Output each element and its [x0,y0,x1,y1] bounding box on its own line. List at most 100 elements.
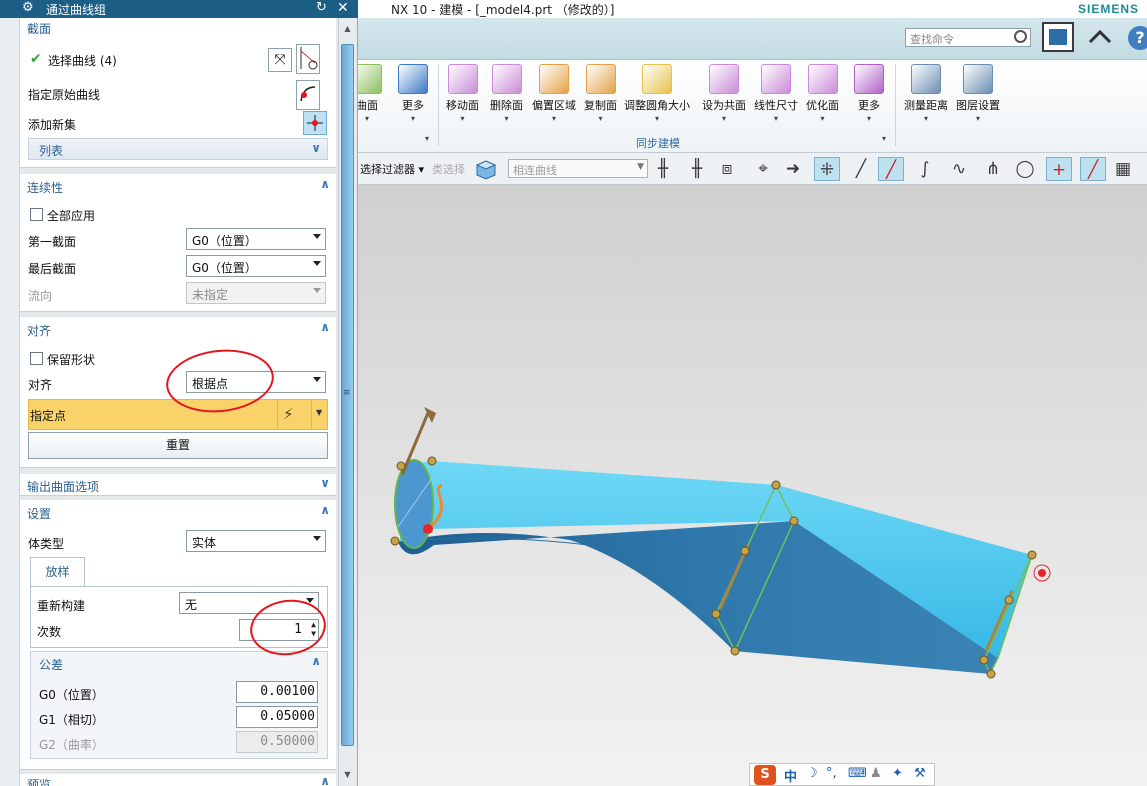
chevron-down-icon[interactable]: ∨ [311,141,321,155]
dropdown-arrow-icon[interactable]: ▾ [398,114,428,123]
ribbon-button-12[interactable]: 图层设置 ▾ [956,64,1000,123]
body-type-dropdown[interactable]: 实体 [186,530,326,552]
dropdown-arrow-icon[interactable]: ▾ [806,114,839,123]
dropdown-arrow-icon[interactable]: ▾ [584,114,617,123]
dropdown-arrow-icon[interactable]: ▾ [904,114,948,123]
arrow-right-icon[interactable]: ➜ [780,157,806,181]
selection-scope-icon[interactable] [474,158,498,180]
chevron-up-icon[interactable]: ∧ [320,320,330,334]
snap-point-icon[interactable]: ⁜ [814,157,840,181]
snap-settings-icon[interactable]: ⌖ [750,157,776,181]
dropdown-arrow-icon[interactable]: ▾ [702,114,746,123]
curve-rule-dropdown[interactable]: 相连曲线 ▼ [508,159,648,178]
chevron-down-icon[interactable]: ∨ [320,476,330,490]
search-icon[interactable] [1014,30,1027,43]
collapse-ribbon-icon[interactable] [1084,22,1116,52]
scroll-up-icon[interactable]: ▲ [341,24,354,37]
dropdown-arrow-icon[interactable]: ▾ [532,114,576,123]
graphics-viewport[interactable] [358,185,1147,786]
dropdown-arrow-icon[interactable]: ▾ [956,114,1000,123]
preview-header[interactable]: 预览 [27,776,51,786]
alignment-header[interactable]: 对齐 [27,322,51,339]
continuity-header[interactable]: 连续性 [27,179,63,196]
scroll-down-icon[interactable]: ▼ [341,770,354,783]
apply-all-checkbox[interactable] [30,208,43,221]
skin-icon[interactable]: ✦ [892,766,903,781]
line-snap-icon[interactable]: ╱ [848,157,874,181]
dropdown-arrow-icon[interactable]: ▾ [446,114,479,123]
wrench-icon[interactable]: ⚒ [914,766,926,781]
group-dropdown-icon[interactable]: ▾ [882,134,886,143]
ribbon-button-7[interactable]: 设为共面 ▾ [702,64,746,123]
chevron-up-icon[interactable]: ∧ [320,177,330,191]
first-section-dropdown[interactable]: G0（位置） [186,228,326,250]
start-point-marker[interactable] [423,524,433,534]
chevron-up-icon[interactable]: ∧ [320,503,330,517]
flow-direction-dropdown[interactable]: 未指定 [186,282,326,304]
group-dropdown-icon[interactable]: ▾ [425,134,429,143]
end-point-marker[interactable] [1038,569,1046,577]
add-new-set-label[interactable]: 添加新集 [28,116,76,133]
close-icon[interactable]: ✕ [337,0,349,16]
ribbon-button-2[interactable]: 移动面 ▾ [446,64,479,123]
mid-point-icon[interactable]: ∿ [946,157,972,181]
dropdown-arrow-icon[interactable]: ▾ [624,114,690,123]
ribbon-button-9[interactable]: 优化面 ▾ [806,64,839,123]
end-point-icon[interactable]: ╱ [878,157,904,181]
chevron-up-icon[interactable]: ∧ [320,774,330,786]
origin-curve-label[interactable]: 指定原始曲线 [28,86,100,103]
loft-solid-model[interactable] [358,185,1147,786]
tab-loft[interactable]: 放样 [30,557,85,587]
output-options-header[interactable]: 输出曲面选项 [27,478,99,495]
ribbon-button-1[interactable]: 更多 ▾ [398,64,428,123]
full-screen-icon[interactable] [1042,22,1074,52]
reset-button[interactable]: 重置 [28,432,328,459]
settings-header[interactable]: 设置 [27,505,51,522]
g0-tolerance-input[interactable]: 0.00100 [236,681,318,703]
point-dialog-icon[interactable]: ⚡ [283,405,294,423]
curve-icon[interactable]: ∫ [912,157,938,181]
keep-shape-checkbox[interactable] [30,352,43,365]
section-header[interactable]: 截面 [27,20,51,37]
point-type-dropdown-icon[interactable]: ▼ [316,408,322,417]
last-section-dropdown[interactable]: G0（位置） [186,255,326,277]
tolerance-header[interactable]: 公差 [39,656,63,673]
chevron-up-icon[interactable]: ∧ [311,654,321,668]
dropdown-arrow-icon[interactable]: ▾ [854,114,884,123]
selection-filter-menu[interactable]: 选择过滤器 ▾ [360,161,424,177]
quadrant-icon[interactable]: ╱ [1080,157,1106,181]
dropdown-arrow-icon[interactable]: ▾ [490,114,523,123]
control-point-icon[interactable]: ⋔ [980,157,1006,181]
ribbon-button-11[interactable]: 测量距离 ▾ [904,64,948,123]
g2-tolerance-input[interactable]: 0.50000 [236,731,318,753]
ribbon-button-10[interactable]: 更多 ▾ [854,64,884,123]
select-curve-label[interactable]: 选择曲线 (4) [48,52,117,69]
help-button[interactable]: ? [1128,26,1147,50]
keyboard-icon[interactable]: ⌨ [848,766,867,781]
user-icon[interactable]: ♟ [870,766,882,781]
g1-tolerance-input[interactable]: 0.05000 [236,706,318,728]
assembly-icon[interactable]: ⧈ [714,157,740,181]
list-expander[interactable]: 列表 ∨ [28,138,328,160]
specify-origin-curve-icon[interactable] [296,80,320,110]
ribbon-button-5[interactable]: 复制面 ▾ [584,64,617,123]
punctuation-icon[interactable]: °, [826,766,837,781]
dropdown-arrow-icon[interactable]: ▾ [754,114,798,123]
ime-logo[interactable]: S [754,765,776,785]
arc-center-icon[interactable]: ◯ [1012,157,1038,181]
intersection-icon[interactable]: + [1046,157,1072,181]
ime-status-bar[interactable]: S 中 ☽ °, ⌨ ♟ ✦ ⚒ [749,763,935,786]
add-new-set-icon[interactable] [303,111,327,135]
grid-icon[interactable]: ▦ [1110,157,1136,181]
ribbon-button-3[interactable]: 删除面 ▾ [490,64,523,123]
curve-rule-icon[interactable] [296,44,320,74]
reset-dialog-icon[interactable]: ↻ [316,0,327,15]
ribbon-button-6[interactable]: 调整圆角大小 ▾ [624,64,690,123]
ribbon-button-4[interactable]: 偏置区域 ▾ [532,64,576,123]
reverse-direction-icon[interactable]: ⤧ [268,48,292,72]
parallel-constraint-icon[interactable]: ╫ [684,157,710,181]
dialog-scrollbar[interactable]: ▲ ≡ ▼ [338,18,356,786]
half-width-icon[interactable]: ☽ [806,766,818,781]
ime-mode-toggle[interactable]: 中 [784,766,797,785]
command-search-input[interactable]: 查找命令 [905,28,1031,47]
